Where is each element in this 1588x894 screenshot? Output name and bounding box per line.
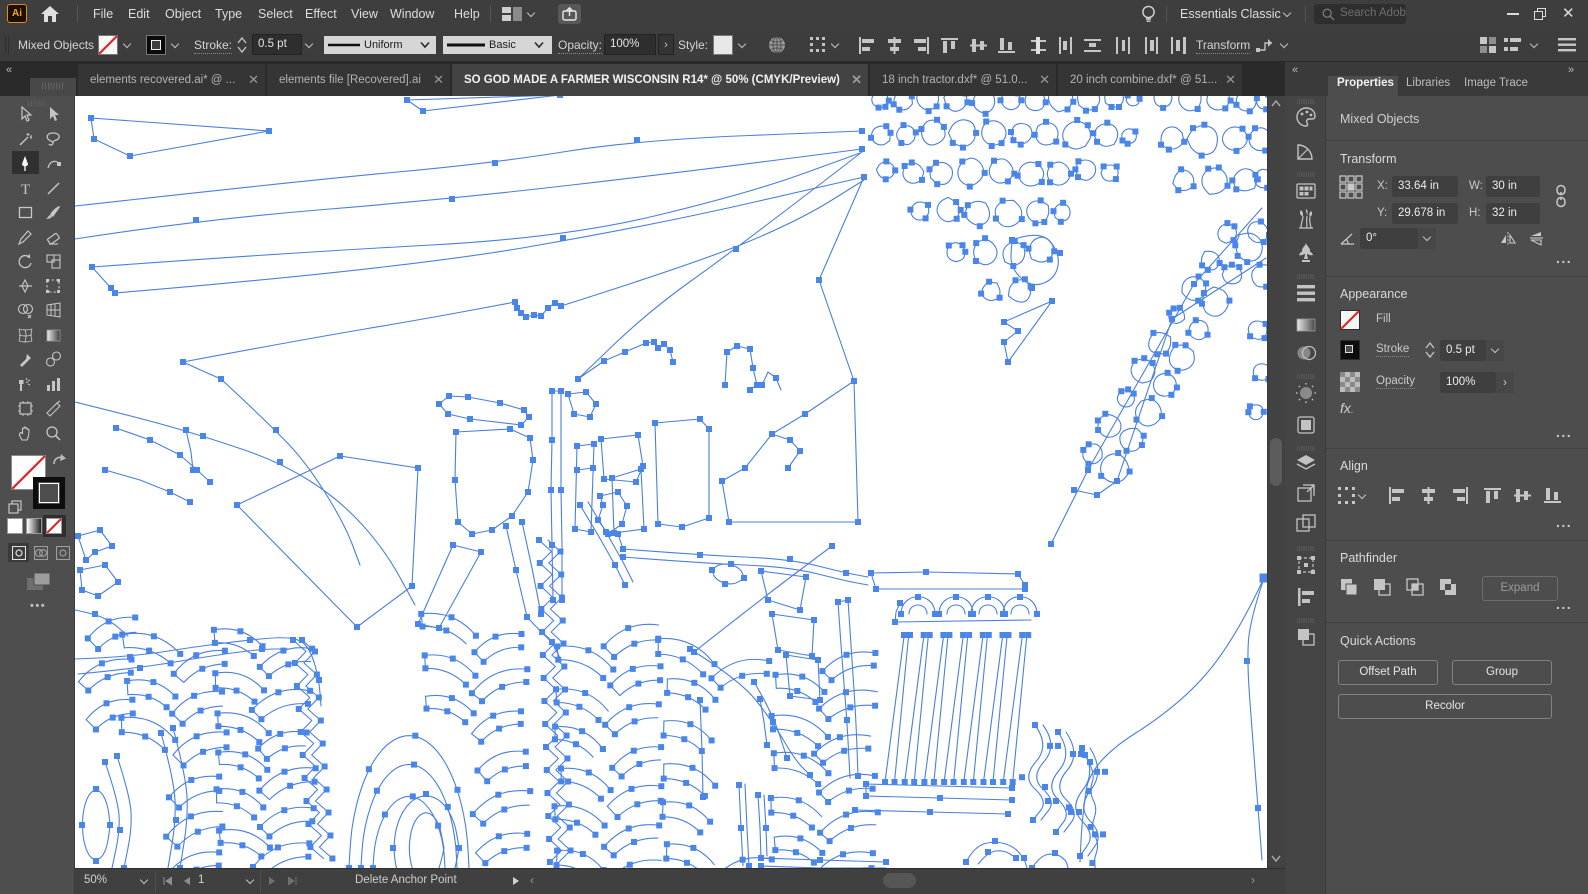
svg-text:T: T xyxy=(21,182,30,197)
